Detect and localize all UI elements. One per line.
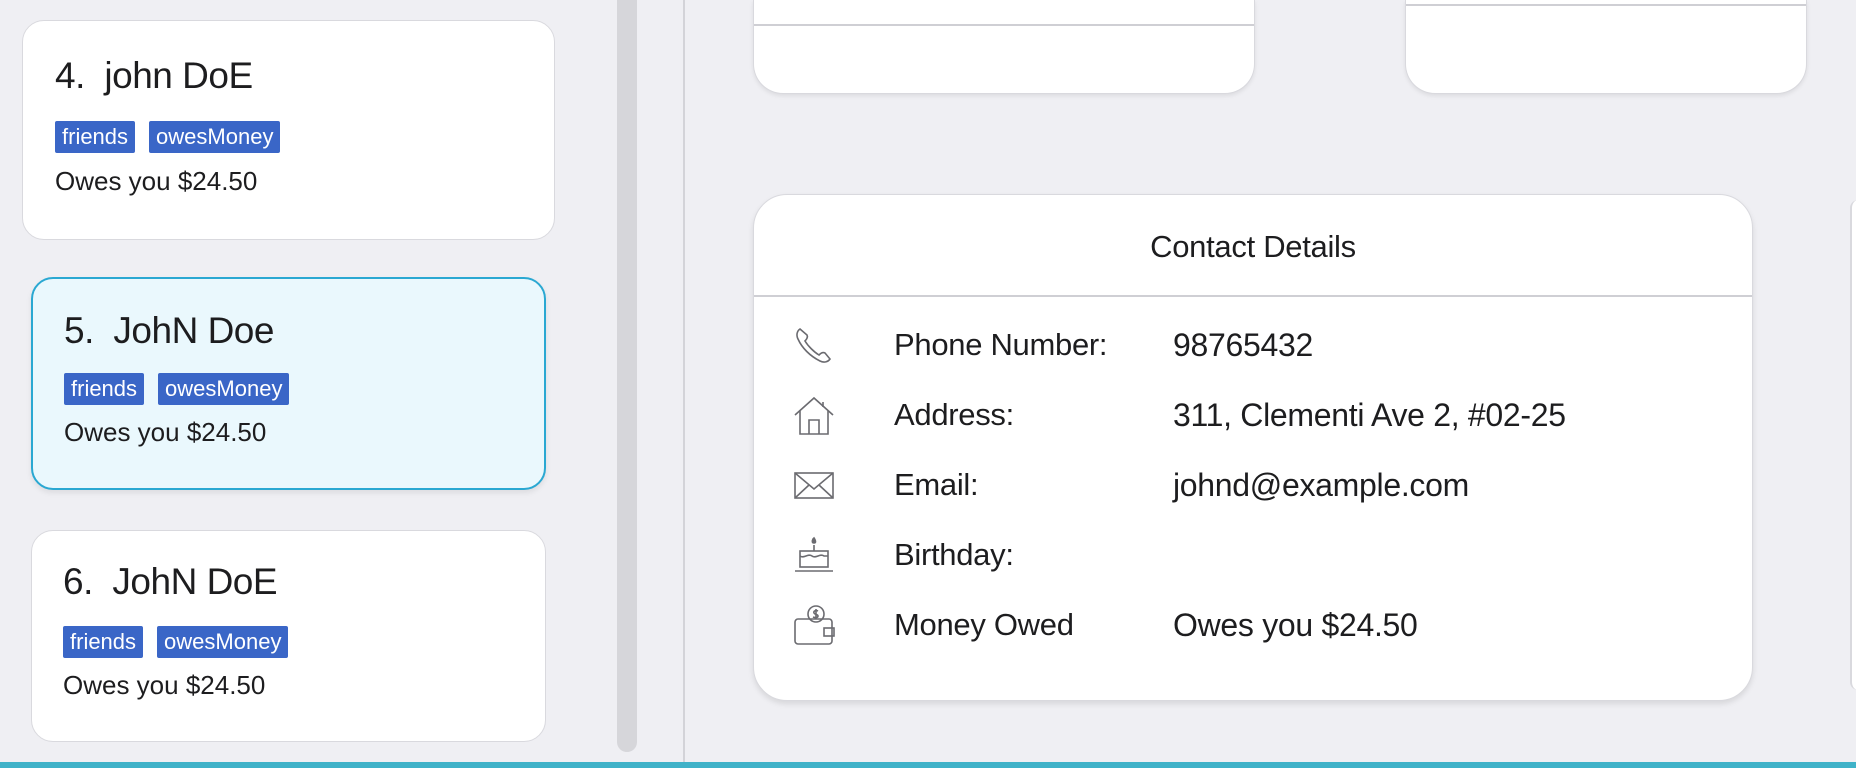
house-icon — [794, 396, 834, 435]
address-value: 311, Clementi Ave 2, #02-25 — [1173, 397, 1566, 433]
phone-value: 98765432 — [1173, 327, 1313, 363]
card-separator — [754, 24, 1254, 26]
field-label: Phone Number: — [894, 327, 1108, 362]
money-owed-value: Owes you $24.50 — [1173, 607, 1418, 643]
panel-divider[interactable] — [683, 0, 685, 768]
contact-name: 4. john DoE — [55, 55, 253, 96]
field-label: Address: — [894, 397, 1014, 432]
info-card-partial — [753, 0, 1255, 94]
money-owed: Owes you $24.50 — [55, 166, 258, 196]
email-value: johnd@example.com — [1173, 467, 1469, 503]
contact-name: 6. JohN DoE — [63, 561, 278, 602]
contact-name: 5. JohN Doe — [64, 310, 274, 351]
tag-list: friends owesMoney — [63, 626, 289, 658]
contact-card[interactable]: 6. JohN DoE friends owesMoney Owes you $… — [31, 530, 546, 742]
list-scrollbar[interactable] — [617, 0, 637, 752]
field-label: Money Owed — [894, 607, 1074, 642]
details-title: Contact Details — [1150, 229, 1356, 264]
window-accent-bar — [0, 762, 1856, 768]
contact-card-selected[interactable]: 5. JohN Doe friends owesMoney Owes you $… — [31, 277, 546, 490]
tag: friends — [64, 373, 145, 405]
tag: friends — [63, 626, 144, 658]
tag: friends — [55, 121, 136, 153]
birthday-row: Birthday: — [792, 533, 1692, 593]
card-separator — [1406, 4, 1806, 6]
tag: owesMoney — [149, 121, 281, 153]
tag: owesMoney — [158, 373, 290, 405]
tag: owesMoney — [157, 626, 289, 658]
address-row: Address: 311, Clementi Ave 2, #02-25 — [792, 393, 1692, 453]
field-label: Email: — [894, 467, 979, 502]
details-separator — [754, 295, 1752, 297]
phone-row: Phone Number: 98765432 — [792, 323, 1692, 383]
envelope-icon — [794, 472, 834, 499]
info-card-partial — [1405, 0, 1807, 94]
wallet-icon — [794, 605, 835, 645]
phone-icon — [796, 327, 831, 363]
next-card-edge — [1850, 200, 1856, 690]
money-owed-row: Money Owed Owes you $24.50 — [792, 603, 1692, 663]
contact-details-card: Contact Details Phone Number: 98765432 A… — [753, 194, 1753, 701]
field-label: Birthday: — [894, 537, 1014, 572]
cake-icon — [795, 536, 833, 572]
money-owed: Owes you $24.50 — [63, 670, 266, 700]
contact-list: 4. john DoE friends owesMoney Owes you $… — [0, 0, 612, 768]
tag-list: friends owesMoney — [55, 121, 281, 153]
tag-list: friends owesMoney — [64, 373, 290, 405]
email-row: Email: johnd@example.com — [792, 463, 1692, 523]
money-owed: Owes you $24.50 — [64, 417, 267, 447]
contact-card[interactable]: 4. john DoE friends owesMoney Owes you $… — [22, 20, 555, 240]
